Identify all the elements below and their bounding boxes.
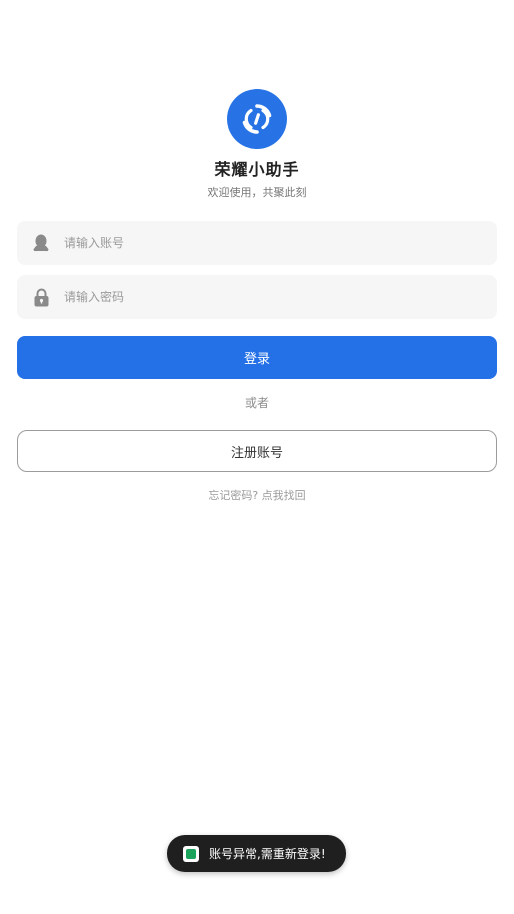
user-icon <box>32 233 50 253</box>
account-input[interactable] <box>64 221 497 265</box>
sync-circle-icon <box>242 104 272 134</box>
account-field[interactable] <box>17 221 497 265</box>
login-button[interactable]: 登录 <box>17 336 497 379</box>
toast-message: 账号异常,需重新登录! <box>167 835 346 872</box>
app-logo <box>227 89 287 149</box>
app-icon <box>183 845 199 862</box>
register-button[interactable]: 注册账号 <box>17 430 497 472</box>
app-title: 荣耀小助手 <box>214 160 300 179</box>
forgot-password-link[interactable]: 忘记密码? 点我找回 <box>0 487 514 503</box>
login-page: 荣耀小助手 欢迎使用，共聚此刻 登录 或者 注册账号 忘记密码? 点我找回 <box>0 0 514 914</box>
app-subtitle: 欢迎使用，共聚此刻 <box>207 186 307 199</box>
password-field[interactable] <box>17 275 497 319</box>
password-input[interactable] <box>64 275 497 319</box>
lock-icon <box>32 287 50 307</box>
or-divider-text: 或者 <box>244 396 269 410</box>
toast-text: 账号异常,需重新登录! <box>209 847 326 861</box>
